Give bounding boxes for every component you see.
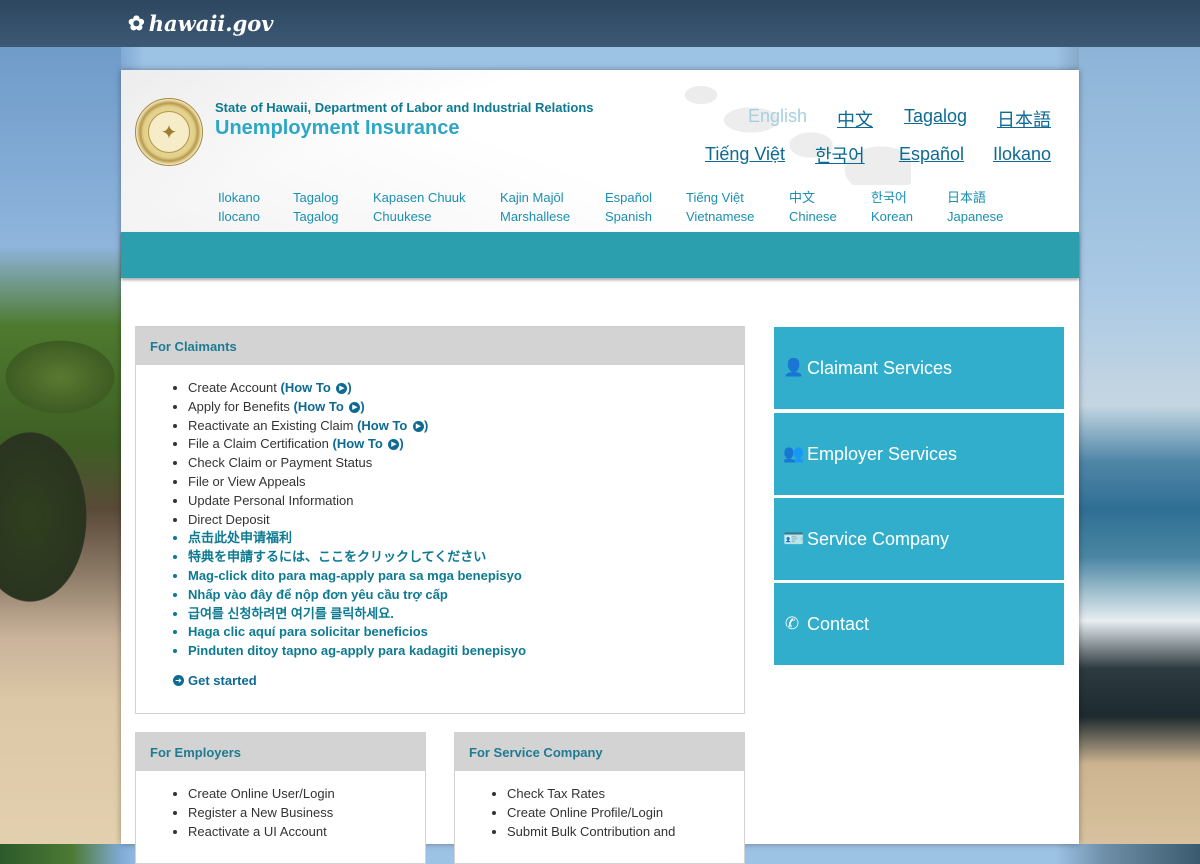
- arrow-circle-right-icon: ➜: [173, 675, 184, 686]
- list-item[interactable]: File or View Appeals: [188, 473, 744, 492]
- department-name[interactable]: State of Hawaii, Department of Labor and…: [215, 100, 594, 115]
- lang2-english: Spanish: [605, 209, 652, 224]
- list-item[interactable]: File a Claim Certification (How To ▶): [188, 435, 744, 454]
- lang2-english: Japanese: [947, 209, 1004, 224]
- main-container: ✦ State of Hawaii, Department of Labor a…: [121, 70, 1079, 864]
- islands-background: [681, 75, 911, 185]
- lang2-english: Vietnamese: [686, 209, 755, 224]
- intl-link-ilokano[interactable]: Pinduten ditoy tapno ag-apply para kadag…: [188, 642, 744, 661]
- play-icon: ▶: [388, 439, 400, 451]
- lang2-native: 한국어: [871, 190, 907, 205]
- employers-list: Create Online User/Login Register a New …: [136, 785, 425, 841]
- claimants-heading: For Claimants: [136, 327, 744, 365]
- lang2-native: Español: [605, 190, 652, 205]
- hawaii-gov-logo[interactable]: ✿ hawaii.gov: [128, 9, 273, 37]
- state-seal[interactable]: ✦: [135, 98, 203, 166]
- play-icon: ▶: [413, 420, 424, 432]
- lang2-native: Kajin Majōl: [500, 190, 564, 205]
- list-item[interactable]: Create Online User/Login: [188, 785, 425, 804]
- get-started-link[interactable]: ➜ Get started: [173, 673, 257, 688]
- lang2-native: Kapasen Chuuk: [373, 190, 466, 205]
- list-item[interactable]: Reactivate an Existing Claim (How To ▶): [188, 417, 744, 436]
- lang-vietnamese[interactable]: Tiếng Việt: [705, 144, 785, 165]
- nav-bar: [121, 232, 1079, 278]
- lang2-tagalog[interactable]: Tagalog Tagalog: [293, 188, 339, 226]
- lang2-english: Chuukese: [373, 209, 432, 224]
- lang2-ilokano[interactable]: Ilokano Ilocano: [218, 188, 260, 226]
- service-company-panel: For Service Company Check Tax Rates Crea…: [454, 732, 745, 864]
- hibiscus-icon: ✿: [128, 11, 145, 35]
- phone-icon: ✆: [784, 614, 800, 633]
- lang-korean[interactable]: 한국어: [815, 142, 865, 168]
- lang2-english: Marshallese: [500, 209, 571, 224]
- list-item[interactable]: Check Tax Rates: [507, 785, 744, 804]
- user-icon: 👤: [783, 358, 805, 377]
- service-company-list: Check Tax Rates Create Online Profile/Lo…: [455, 785, 744, 841]
- claimants-panel: For Claimants Create Account (How To ▶) …: [135, 326, 745, 714]
- intl-link-japanese[interactable]: 特典を申請するには、ここをクリックしてください: [188, 548, 744, 567]
- lang2-native: 中文: [789, 190, 816, 205]
- lang2-english: Ilocano: [218, 209, 260, 224]
- lang2-english: Korean: [871, 209, 913, 224]
- lang-chinese[interactable]: 中文: [837, 106, 873, 132]
- service-company-button[interactable]: 🪪 Service Company: [774, 498, 1064, 580]
- list-item[interactable]: Direct Deposit: [188, 511, 744, 530]
- lang-tagalog[interactable]: Tagalog: [904, 106, 967, 127]
- lang-english[interactable]: English: [748, 106, 807, 127]
- page-title[interactable]: Unemployment Insurance: [215, 117, 460, 140]
- logo-text: hawaii.gov: [148, 10, 274, 36]
- list-item[interactable]: Update Personal Information: [188, 492, 744, 511]
- lang2-vietnamese[interactable]: Tiếng Việt Vietnamese: [686, 188, 754, 226]
- play-icon: ▶: [349, 401, 361, 413]
- list-item[interactable]: Create Account (How To ▶): [188, 379, 744, 398]
- lang2-native: Tiếng Việt: [686, 190, 744, 205]
- lang2-chinese[interactable]: 中文 Chinese: [789, 188, 837, 226]
- intl-link-chinese[interactable]: 点击此处申请福利: [188, 529, 744, 548]
- how-to-link[interactable]: (How To ▶): [357, 418, 428, 433]
- site-header: ✦ State of Hawaii, Department of Labor a…: [121, 70, 1079, 232]
- lang-ilokano[interactable]: Ilokano: [993, 144, 1051, 165]
- lang2-chuukese[interactable]: Kapasen Chuuk Chuukese: [373, 188, 466, 226]
- lang2-native: Tagalog: [293, 190, 339, 205]
- list-item[interactable]: Register a New Business: [188, 804, 425, 823]
- users-icon: 👥: [783, 444, 805, 463]
- top-bar: ✿ hawaii.gov: [0, 0, 1200, 47]
- background-scene-right: [1079, 47, 1200, 844]
- lang2-native: Ilokano: [218, 190, 260, 205]
- intl-link-tagalog[interactable]: Mag-click dito para mag-apply para sa mg…: [188, 567, 744, 586]
- seal-crest-icon: ✦: [148, 111, 190, 153]
- how-to-link[interactable]: (How To ▶): [333, 436, 404, 451]
- list-item[interactable]: Apply for Benefits (How To ▶): [188, 398, 744, 417]
- service-company-heading: For Service Company: [455, 733, 744, 771]
- lang2-japanese[interactable]: 日本語 Japanese: [947, 188, 1003, 226]
- how-to-link[interactable]: (How To ▶): [294, 399, 365, 414]
- list-item[interactable]: Submit Bulk Contribution and: [507, 823, 744, 842]
- intl-link-spanish[interactable]: Haga clic aquí para solicitar beneficios: [188, 623, 744, 642]
- claimants-list: Create Account (How To ▶) Apply for Bene…: [136, 379, 744, 661]
- lang2-english: Tagalog: [293, 209, 339, 224]
- lang-japanese[interactable]: 日本語: [997, 106, 1051, 132]
- background-scene-left: [0, 47, 121, 844]
- lang2-english: Chinese: [789, 209, 837, 224]
- how-to-link[interactable]: (How To ▶): [281, 380, 352, 395]
- contact-button[interactable]: ✆ Contact: [774, 583, 1064, 665]
- play-icon: ▶: [336, 383, 348, 395]
- list-item[interactable]: Reactivate a UI Account: [188, 823, 425, 842]
- lang2-korean[interactable]: 한국어 Korean: [871, 188, 913, 226]
- claimant-services-button[interactable]: 👤 Claimant Services: [774, 327, 1064, 409]
- employers-heading: For Employers: [136, 733, 425, 771]
- lang2-spanish[interactable]: Español Spanish: [605, 188, 652, 226]
- lang2-native: 日本語: [947, 190, 987, 205]
- id-card-icon: 🪪: [783, 529, 805, 548]
- lang-spanish[interactable]: Español: [899, 144, 964, 165]
- intl-link-vietnamese[interactable]: Nhấp vào đây để nộp đơn yêu cầu trợ cấp: [188, 586, 744, 605]
- employer-services-button[interactable]: 👥 Employer Services: [774, 413, 1064, 495]
- list-item[interactable]: Check Claim or Payment Status: [188, 454, 744, 473]
- employers-panel: For Employers Create Online User/Login R…: [135, 732, 426, 864]
- list-item[interactable]: Create Online Profile/Login: [507, 804, 744, 823]
- lang2-marshallese[interactable]: Kajin Majōl Marshallese: [500, 188, 570, 226]
- intl-link-korean[interactable]: 급여를 신청하려면 여기를 클릭하세요.: [188, 605, 744, 624]
